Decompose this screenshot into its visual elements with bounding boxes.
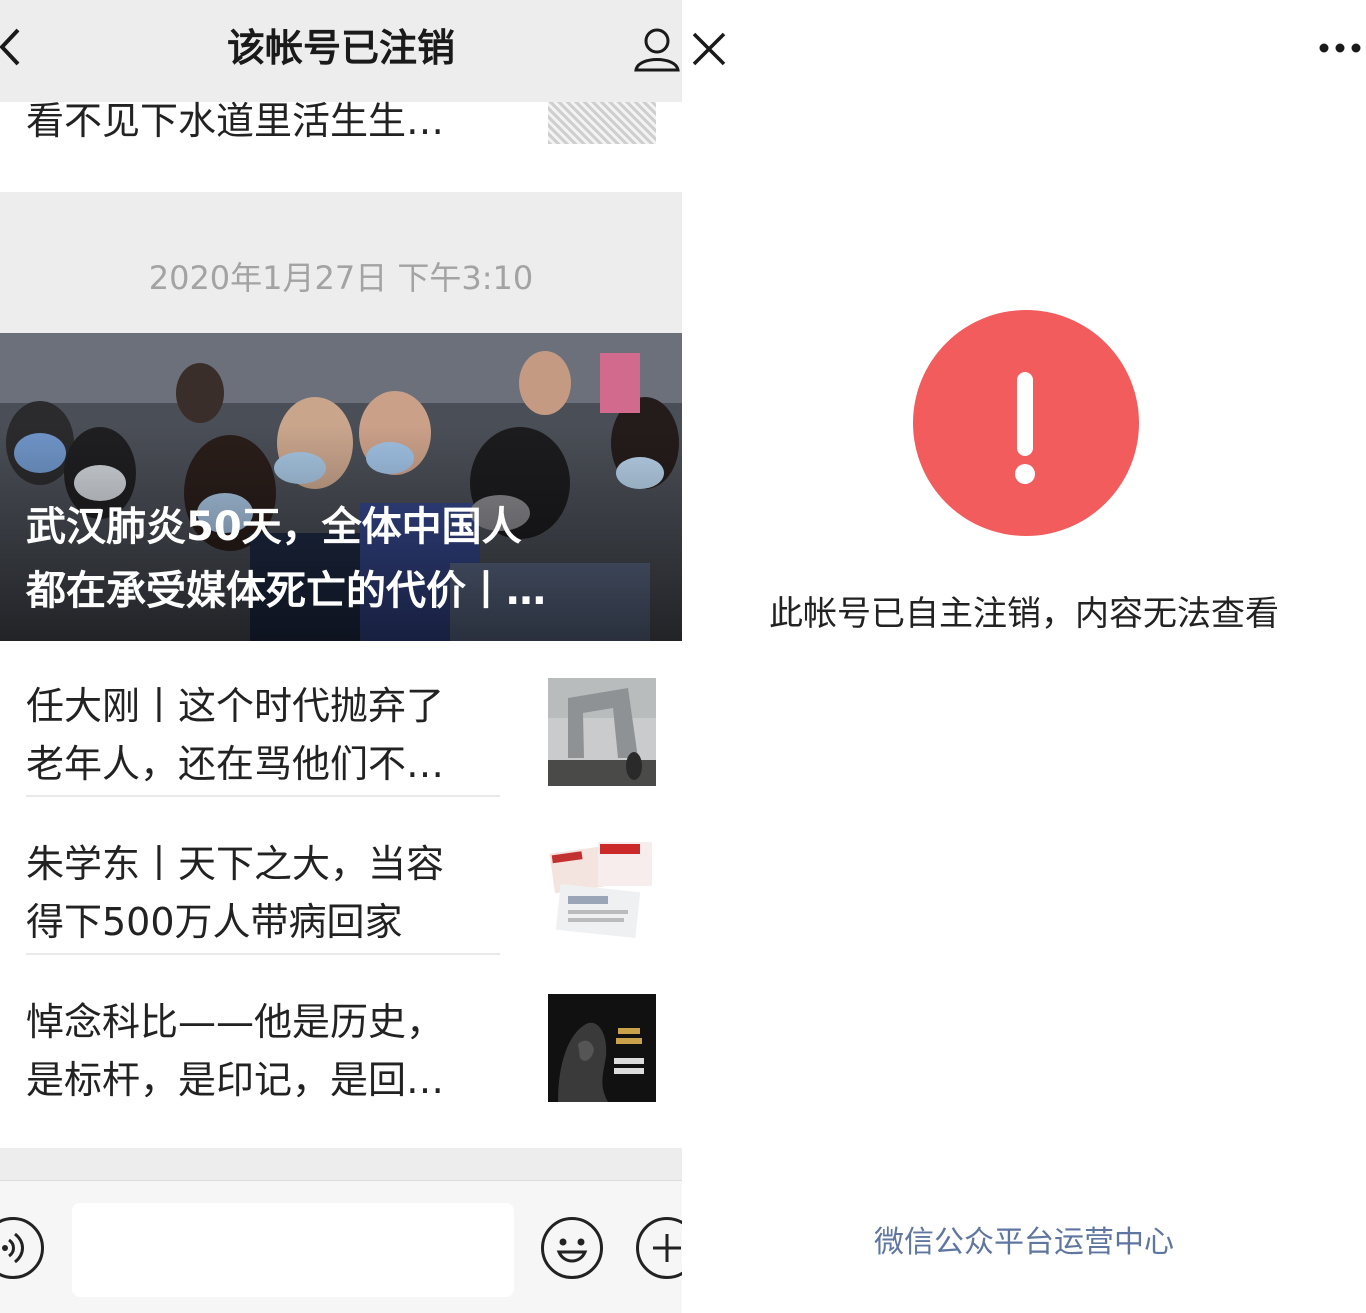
kobe-book-thumbnail: [548, 994, 656, 1102]
list-item[interactable]: 任大刚丨这个时代抛弃了 老年人，还在骂他们不…: [0, 641, 682, 797]
emoji-button[interactable]: [541, 1217, 603, 1279]
page-title: 该帐号已注销: [226, 26, 455, 70]
deleted-account-message: 此帐号已自主注销，内容无法查看: [769, 594, 1279, 634]
article-title-line: 老年人，还在骂他们不…: [26, 742, 445, 786]
article-title: 任大刚丨这个时代抛弃了 老年人，还在骂他们不…: [26, 677, 526, 793]
nav-bar: 该帐号已注销: [0, 0, 682, 102]
more-icon[interactable]: [1318, 40, 1366, 56]
foggy-city-thumbnail: [548, 678, 656, 786]
plus-icon: [653, 1234, 681, 1262]
article-title-line: 得下500万人带病回家: [26, 900, 403, 944]
article-list: 任大刚丨这个时代抛弃了 老年人，还在骂他们不… 朱学东丨天下之大，当容 得下50…: [0, 641, 682, 1148]
operations-center-link[interactable]: 微信公众平台运营中心: [682, 1222, 1366, 1264]
warning-bar: [1017, 372, 1033, 456]
message-composer: [0, 1180, 682, 1313]
cover-title: 武汉肺炎50天，全体中国人 都在承受媒体死亡的代价丨…: [26, 495, 666, 623]
voice-icon: [2, 1232, 24, 1264]
deleted-account-panel: 此帐号已自主注销，内容无法查看 微信公众平台运营中心: [682, 0, 1366, 1313]
cover-title-line: 都在承受媒体死亡的代价丨…: [26, 568, 546, 614]
article-title: 朱学东丨天下之大，当容 得下500万人带病回家: [26, 835, 526, 951]
article-title: 悼念科比——他是历史， 是标杆，是印记，是回…: [26, 993, 526, 1109]
article-title[interactable]: 看不见下水道里活生生…: [26, 96, 444, 146]
article-title-line: 是标杆，是印记，是回…: [26, 1058, 445, 1102]
article-title-line: 朱学东丨天下之大，当容: [26, 842, 445, 886]
newspapers-thumbnail: [548, 836, 656, 944]
warning-icon: [913, 310, 1139, 536]
divider: [26, 953, 500, 955]
message-input[interactable]: [72, 1203, 514, 1297]
article-title-line: 悼念科比——他是历史，: [26, 1000, 445, 1044]
voice-button[interactable]: [0, 1217, 44, 1279]
list-item[interactable]: 朱学东丨天下之大，当容 得下500万人带病回家: [0, 799, 682, 955]
divider: [26, 795, 500, 797]
profile-icon[interactable]: [632, 24, 682, 74]
article-title-line: 任大刚丨这个时代抛弃了: [26, 684, 445, 728]
smile-icon: [556, 1238, 588, 1263]
list-item[interactable]: 悼念科比——他是历史， 是标杆，是印记，是回…: [0, 957, 682, 1113]
more-actions-button[interactable]: [636, 1217, 682, 1279]
warning-dot: [1015, 464, 1035, 484]
account-feed-panel: 该帐号已注销 看不见下水道里活生生… 2020年1月27日 下午3:10 武汉肺…: [0, 0, 682, 1313]
article-thumbnail: [548, 102, 656, 144]
message-timestamp: 2020年1月27日 下午3:10: [148, 259, 534, 297]
cover-article[interactable]: 武汉肺炎50天，全体中国人 都在承受媒体死亡的代价丨…: [0, 333, 682, 641]
cover-title-line: 武汉肺炎50天，全体中国人: [26, 504, 522, 550]
close-icon[interactable]: [690, 30, 728, 68]
